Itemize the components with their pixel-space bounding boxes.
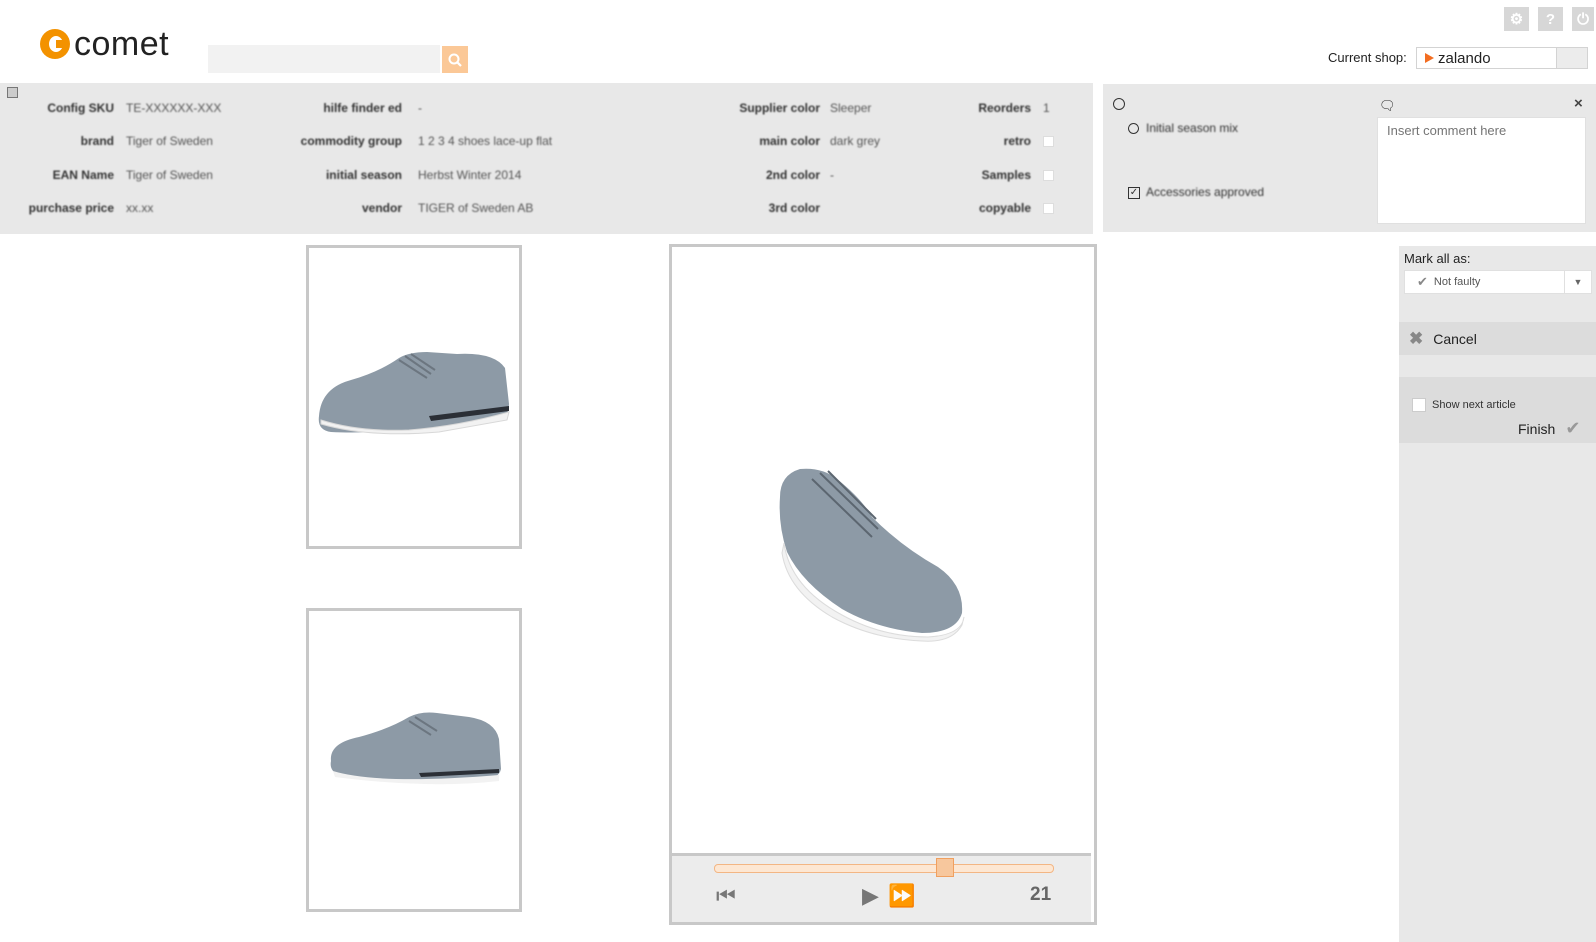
info-label: commodity group (300, 134, 402, 148)
info-value: Tiger of Sweden (126, 134, 213, 148)
info-value: dark grey (830, 134, 881, 148)
clock-icon (1113, 98, 1125, 110)
shoe-side-image (318, 352, 510, 435)
info-value: - (830, 168, 834, 182)
help-icon: ? (1545, 10, 1556, 28)
option-initial-season[interactable]: Initial season mix (1146, 121, 1238, 135)
help-button[interactable]: ? (1538, 7, 1563, 31)
logout-button[interactable]: ⏻ (1572, 7, 1594, 31)
check-icon: ✔ (1417, 274, 1428, 289)
info-value: TIGER of Sweden AB (418, 201, 534, 215)
retro-checkbox[interactable] (1043, 136, 1054, 147)
search-input[interactable] (208, 45, 440, 73)
info-label: Samples (981, 168, 1031, 182)
info-label: initial season (325, 168, 402, 182)
info-label: purchase price (28, 201, 114, 215)
finish-button[interactable]: Finish ✔ (1518, 418, 1580, 439)
comment-icon: 🗨 (1379, 98, 1396, 113)
show-next-article-label: Show next article (1432, 399, 1516, 411)
info-label: vendor (361, 201, 402, 215)
mark-all-select[interactable]: ✔ Not faulty ▼ (1404, 270, 1592, 294)
info-label: Supplier color (739, 101, 820, 115)
info-value: xx.xx (126, 201, 154, 215)
shop-flag-icon (1425, 53, 1434, 63)
search-button[interactable] (442, 46, 468, 73)
close-icon[interactable]: × (1574, 95, 1583, 112)
cancel-button[interactable]: ✖ Cancel (1399, 322, 1596, 355)
cancel-icon: ✖ (1409, 328, 1424, 348)
show-next-article-checkbox[interactable] (1412, 398, 1426, 412)
skip-back-icon[interactable]: ⏮ (716, 883, 736, 909)
thumbnail-2[interactable] (306, 608, 522, 912)
current-shop-label: Current shop: (1328, 50, 1407, 65)
shop-select[interactable]: zalando (1416, 47, 1588, 69)
check-icon: ✔ (1565, 418, 1581, 438)
shop-name: zalando (1438, 49, 1491, 67)
logo-text: comet (74, 24, 170, 63)
slider-handle[interactable] (936, 858, 955, 877)
shoe-side-image (330, 712, 501, 785)
cancel-label: Cancel (1433, 330, 1477, 347)
play-icon[interactable]: ▶ (862, 883, 879, 909)
info-value: - (418, 101, 422, 115)
shop-dropdown-arrow[interactable] (1556, 48, 1587, 68)
shoe-front-image (779, 468, 965, 642)
info-label: copyable (978, 201, 1031, 215)
info-label: 3rd color (768, 201, 820, 215)
info-label: hilfe finder ed (323, 101, 402, 115)
info-label: main color (759, 134, 820, 148)
frame-slider[interactable] (714, 864, 1054, 873)
info-value: 1 (1043, 101, 1050, 115)
info-value: Sleeper (830, 101, 872, 115)
info-value: TE-XXXXXX-XXX (126, 101, 222, 115)
fast-forward-icon[interactable]: ⏩ (888, 883, 915, 909)
mark-all-value: Not faulty (1433, 276, 1481, 288)
option-accessories[interactable]: Accessories approved (1146, 185, 1264, 199)
samples-checkbox[interactable] (1043, 170, 1054, 181)
thumbnail-1[interactable] (306, 245, 522, 549)
image-viewer[interactable] (669, 244, 1097, 925)
mark-all-label: Mark all as: (1404, 251, 1471, 266)
copyable-checkbox[interactable] (1043, 203, 1054, 214)
power-icon: ⏻ (1577, 10, 1589, 28)
info-value: Tiger of Sweden (126, 168, 213, 182)
chevron-down-icon[interactable]: ▼ (1564, 271, 1591, 293)
collapse-icon[interactable] (7, 87, 18, 98)
checkbox-icon[interactable]: ✓ (1128, 187, 1140, 199)
info-label: Reorders (978, 101, 1031, 115)
frame-number: 21 (1030, 884, 1052, 905)
info-label: 2nd color (765, 168, 820, 182)
info-label: retro (1003, 134, 1031, 148)
comet-logo-icon (40, 29, 70, 59)
radio-icon[interactable] (1128, 123, 1139, 134)
info-label: EAN Name (52, 168, 114, 182)
gear-icon: ⚙ (1509, 11, 1524, 28)
comet-logo[interactable]: comet (40, 24, 169, 64)
settings-button[interactable]: ⚙ (1504, 7, 1529, 31)
finish-label: Finish (1518, 420, 1556, 437)
info-label: brand (80, 134, 114, 148)
comment-textarea[interactable] (1377, 117, 1586, 224)
info-value: 1 2 3 4 shoes lace-up flat (418, 134, 553, 148)
search-icon (448, 53, 462, 67)
info-label: Config SKU (47, 101, 114, 115)
info-value: Herbst Winter 2014 (418, 168, 522, 182)
